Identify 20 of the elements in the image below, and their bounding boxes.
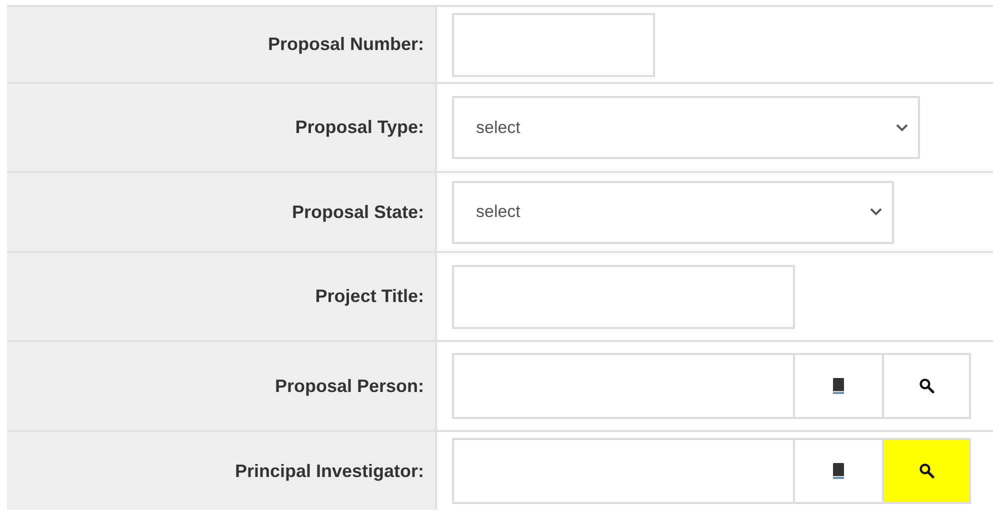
text-field[interactable] [452,353,795,419]
field-label: Proposal Number: [268,33,424,56]
select-dropdown[interactable]: select [452,180,894,244]
chevron-down-icon [870,208,882,216]
select-dropdown[interactable]: select [452,96,920,159]
chevron-down-icon [896,124,908,132]
book-icon [832,378,845,394]
text-field[interactable] [452,12,655,76]
field-label: Proposal State: [292,200,424,224]
text-field[interactable] [452,438,795,504]
field-label: Proposal Type: [295,116,424,139]
book-icon [832,463,845,479]
field-label: Principal Investigator: [234,460,424,483]
search-icon [918,378,934,394]
directory-button[interactable] [795,438,884,504]
text-field[interactable] [452,264,795,328]
field-label: Project Title: [315,285,424,308]
search-icon [918,463,934,479]
field-label: Proposal Person: [274,374,424,398]
directory-button[interactable] [795,353,884,419]
